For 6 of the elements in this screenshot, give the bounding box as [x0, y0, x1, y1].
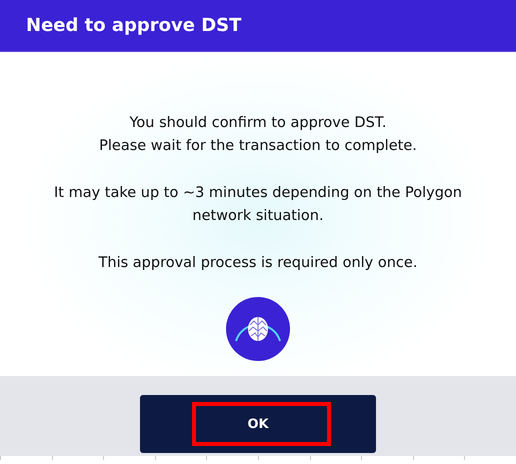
ok-button[interactable]: OK — [140, 395, 376, 453]
message-text: This approval process is required only once. — [98, 254, 418, 273]
message-text: You should confirm to approve DST. Please wait for the transaction to complete. — [99, 114, 417, 156]
pinecone-icon — [226, 297, 290, 361]
message-text: It may take up to ~3 minutes depending on the Polygon network situation. — [54, 184, 462, 226]
dialog-title: Need to approve DST — [26, 15, 242, 36]
